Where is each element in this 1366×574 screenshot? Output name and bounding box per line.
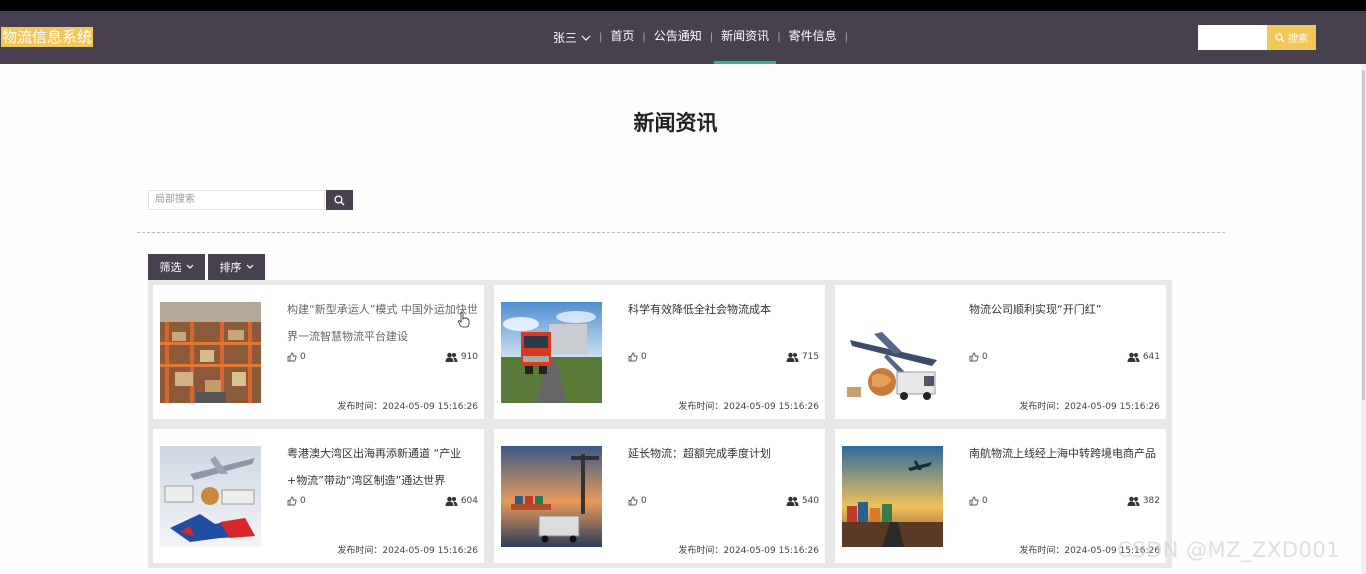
view-count: 715 (786, 352, 819, 362)
news-title[interactable]: 科学有效降低全社会物流成本 (628, 296, 820, 323)
users-icon (786, 352, 799, 362)
user-menu[interactable]: 张三 (545, 29, 599, 46)
user-name: 张三 (553, 31, 578, 45)
like-value: 0 (982, 496, 988, 506)
users-icon (1127, 496, 1140, 506)
like-value: 0 (641, 352, 647, 362)
scrollbar-thumb[interactable] (1362, 70, 1365, 400)
warehouse-thumbnail (160, 302, 261, 403)
view-value: 641 (1142, 352, 1160, 362)
view-value: 715 (801, 352, 819, 362)
like-value: 0 (300, 496, 306, 506)
nav-menu: 张三 | 首页 | 公告通知 | 新闻资讯 | 寄件信息 | (545, 11, 848, 64)
news-card[interactable]: 构建“新型承运人”模式 中国外运加快世界一流智慧物流平台建设 0 910 发布时… (153, 285, 484, 419)
top-black-strip (0, 0, 1366, 11)
chevron-down-icon (581, 35, 591, 41)
thumbs-up-icon (287, 496, 297, 506)
like-count[interactable]: 0 (287, 352, 306, 362)
news-title[interactable]: 物流公司顺利实现“开门红” (969, 296, 1161, 323)
view-count: 382 (1127, 496, 1160, 506)
publish-time: 发布时间：2024-05-09 15:16:26 (678, 546, 819, 556)
local-search-button[interactable] (326, 190, 353, 210)
thumbs-up-icon (628, 352, 638, 362)
top-search-label: 搜索 (1288, 34, 1308, 45)
plane-truck-thumbnail (842, 302, 943, 403)
sort-label: 排序 (219, 261, 242, 274)
news-title[interactable]: 构建“新型承运人”模式 中国外运加快世界一流智慧物流平台建设 (287, 296, 479, 350)
hand-cursor-icon (458, 312, 470, 328)
nav-item-notices[interactable]: 公告通知 (646, 11, 710, 64)
news-card[interactable]: 粤港澳大湾区出海再添新通道 “产业+物流”带动“湾区制造”通达世界 0 604 … (153, 429, 484, 563)
thumbs-up-icon (287, 352, 297, 362)
filter-button[interactable]: 筛选 (148, 254, 205, 280)
publish-time: 发布时间：2024-05-09 15:16:26 (1019, 402, 1160, 412)
view-count: 910 (445, 352, 478, 362)
news-card[interactable]: 科学有效降低全社会物流成本 0 715 发布时间：2024-05-09 15:1… (494, 285, 825, 419)
site-logo[interactable]: 物流信息系统 (1, 27, 94, 47)
thumbs-up-icon (969, 352, 979, 362)
section-divider (137, 232, 1225, 233)
news-card[interactable]: 延长物流：超额完成季度计划 0 540 发布时间：2024-05-09 15:1… (494, 429, 825, 563)
like-value: 0 (982, 352, 988, 362)
view-value: 382 (1142, 496, 1160, 506)
view-count: 604 (445, 496, 478, 506)
watermark: CSDN @MZ_ZXD001 (1117, 538, 1341, 562)
users-icon (786, 496, 799, 506)
like-count[interactable]: 0 (628, 352, 647, 362)
search-icon (1275, 32, 1285, 42)
nav-separator: | (844, 32, 848, 43)
navbar: 物流信息系统 张三 | 首页 | 公告通知 | 新闻资讯 | 寄件信息 | 搜索 (0, 11, 1366, 64)
news-title[interactable]: 粤港澳大湾区出海再添新通道 “产业+物流”带动“湾区制造”通达世界 (287, 440, 479, 494)
publish-time: 发布时间：2024-05-09 15:16:26 (678, 402, 819, 412)
page-title: 新闻资讯 (633, 111, 718, 135)
news-title[interactable]: 南航物流上线经上海中转跨境电商产品 (969, 440, 1161, 467)
publish-time: 发布时间：2024-05-09 15:16:26 (337, 546, 478, 556)
publish-time: 发布时间：2024-05-09 15:16:26 (337, 402, 478, 412)
news-title[interactable]: 延长物流：超额完成季度计划 (628, 440, 820, 467)
like-value: 0 (641, 496, 647, 506)
view-value: 910 (460, 352, 478, 362)
sort-button[interactable]: 排序 (208, 254, 265, 280)
search-icon (334, 194, 345, 205)
view-count: 641 (1127, 352, 1160, 362)
thumbs-up-icon (969, 496, 979, 506)
nav-item-home[interactable]: 首页 (602, 11, 642, 64)
users-icon (1127, 352, 1140, 362)
like-count[interactable]: 0 (628, 496, 647, 506)
truck-thumbnail (501, 302, 602, 403)
nav-item-news[interactable]: 新闻资讯 (713, 11, 777, 64)
thumbs-up-icon (628, 496, 638, 506)
like-value: 0 (300, 352, 306, 362)
chevron-down-icon (246, 264, 253, 269)
nav-item-shipping[interactable]: 寄件信息 (781, 11, 845, 64)
users-icon (445, 352, 458, 362)
like-count[interactable]: 0 (287, 496, 306, 506)
filter-label: 筛选 (159, 261, 182, 274)
airport-thumbnail (842, 446, 943, 547)
like-count[interactable]: 0 (969, 352, 988, 362)
view-value: 540 (801, 496, 819, 506)
chevron-down-icon (186, 264, 193, 269)
view-value: 604 (460, 496, 478, 506)
like-count[interactable]: 0 (969, 496, 988, 506)
view-count: 540 (786, 496, 819, 506)
local-search-input[interactable]: 局部搜索 (148, 190, 325, 210)
plane-map-thumbnail (160, 446, 261, 547)
users-icon (445, 496, 458, 506)
port-thumbnail (501, 446, 602, 547)
top-search-button[interactable]: 搜索 (1267, 25, 1316, 50)
news-card[interactable]: 物流公司顺利实现“开门红” 0 641 发布时间：2024-05-09 15:1… (835, 285, 1166, 419)
top-search-input[interactable] (1198, 25, 1267, 50)
